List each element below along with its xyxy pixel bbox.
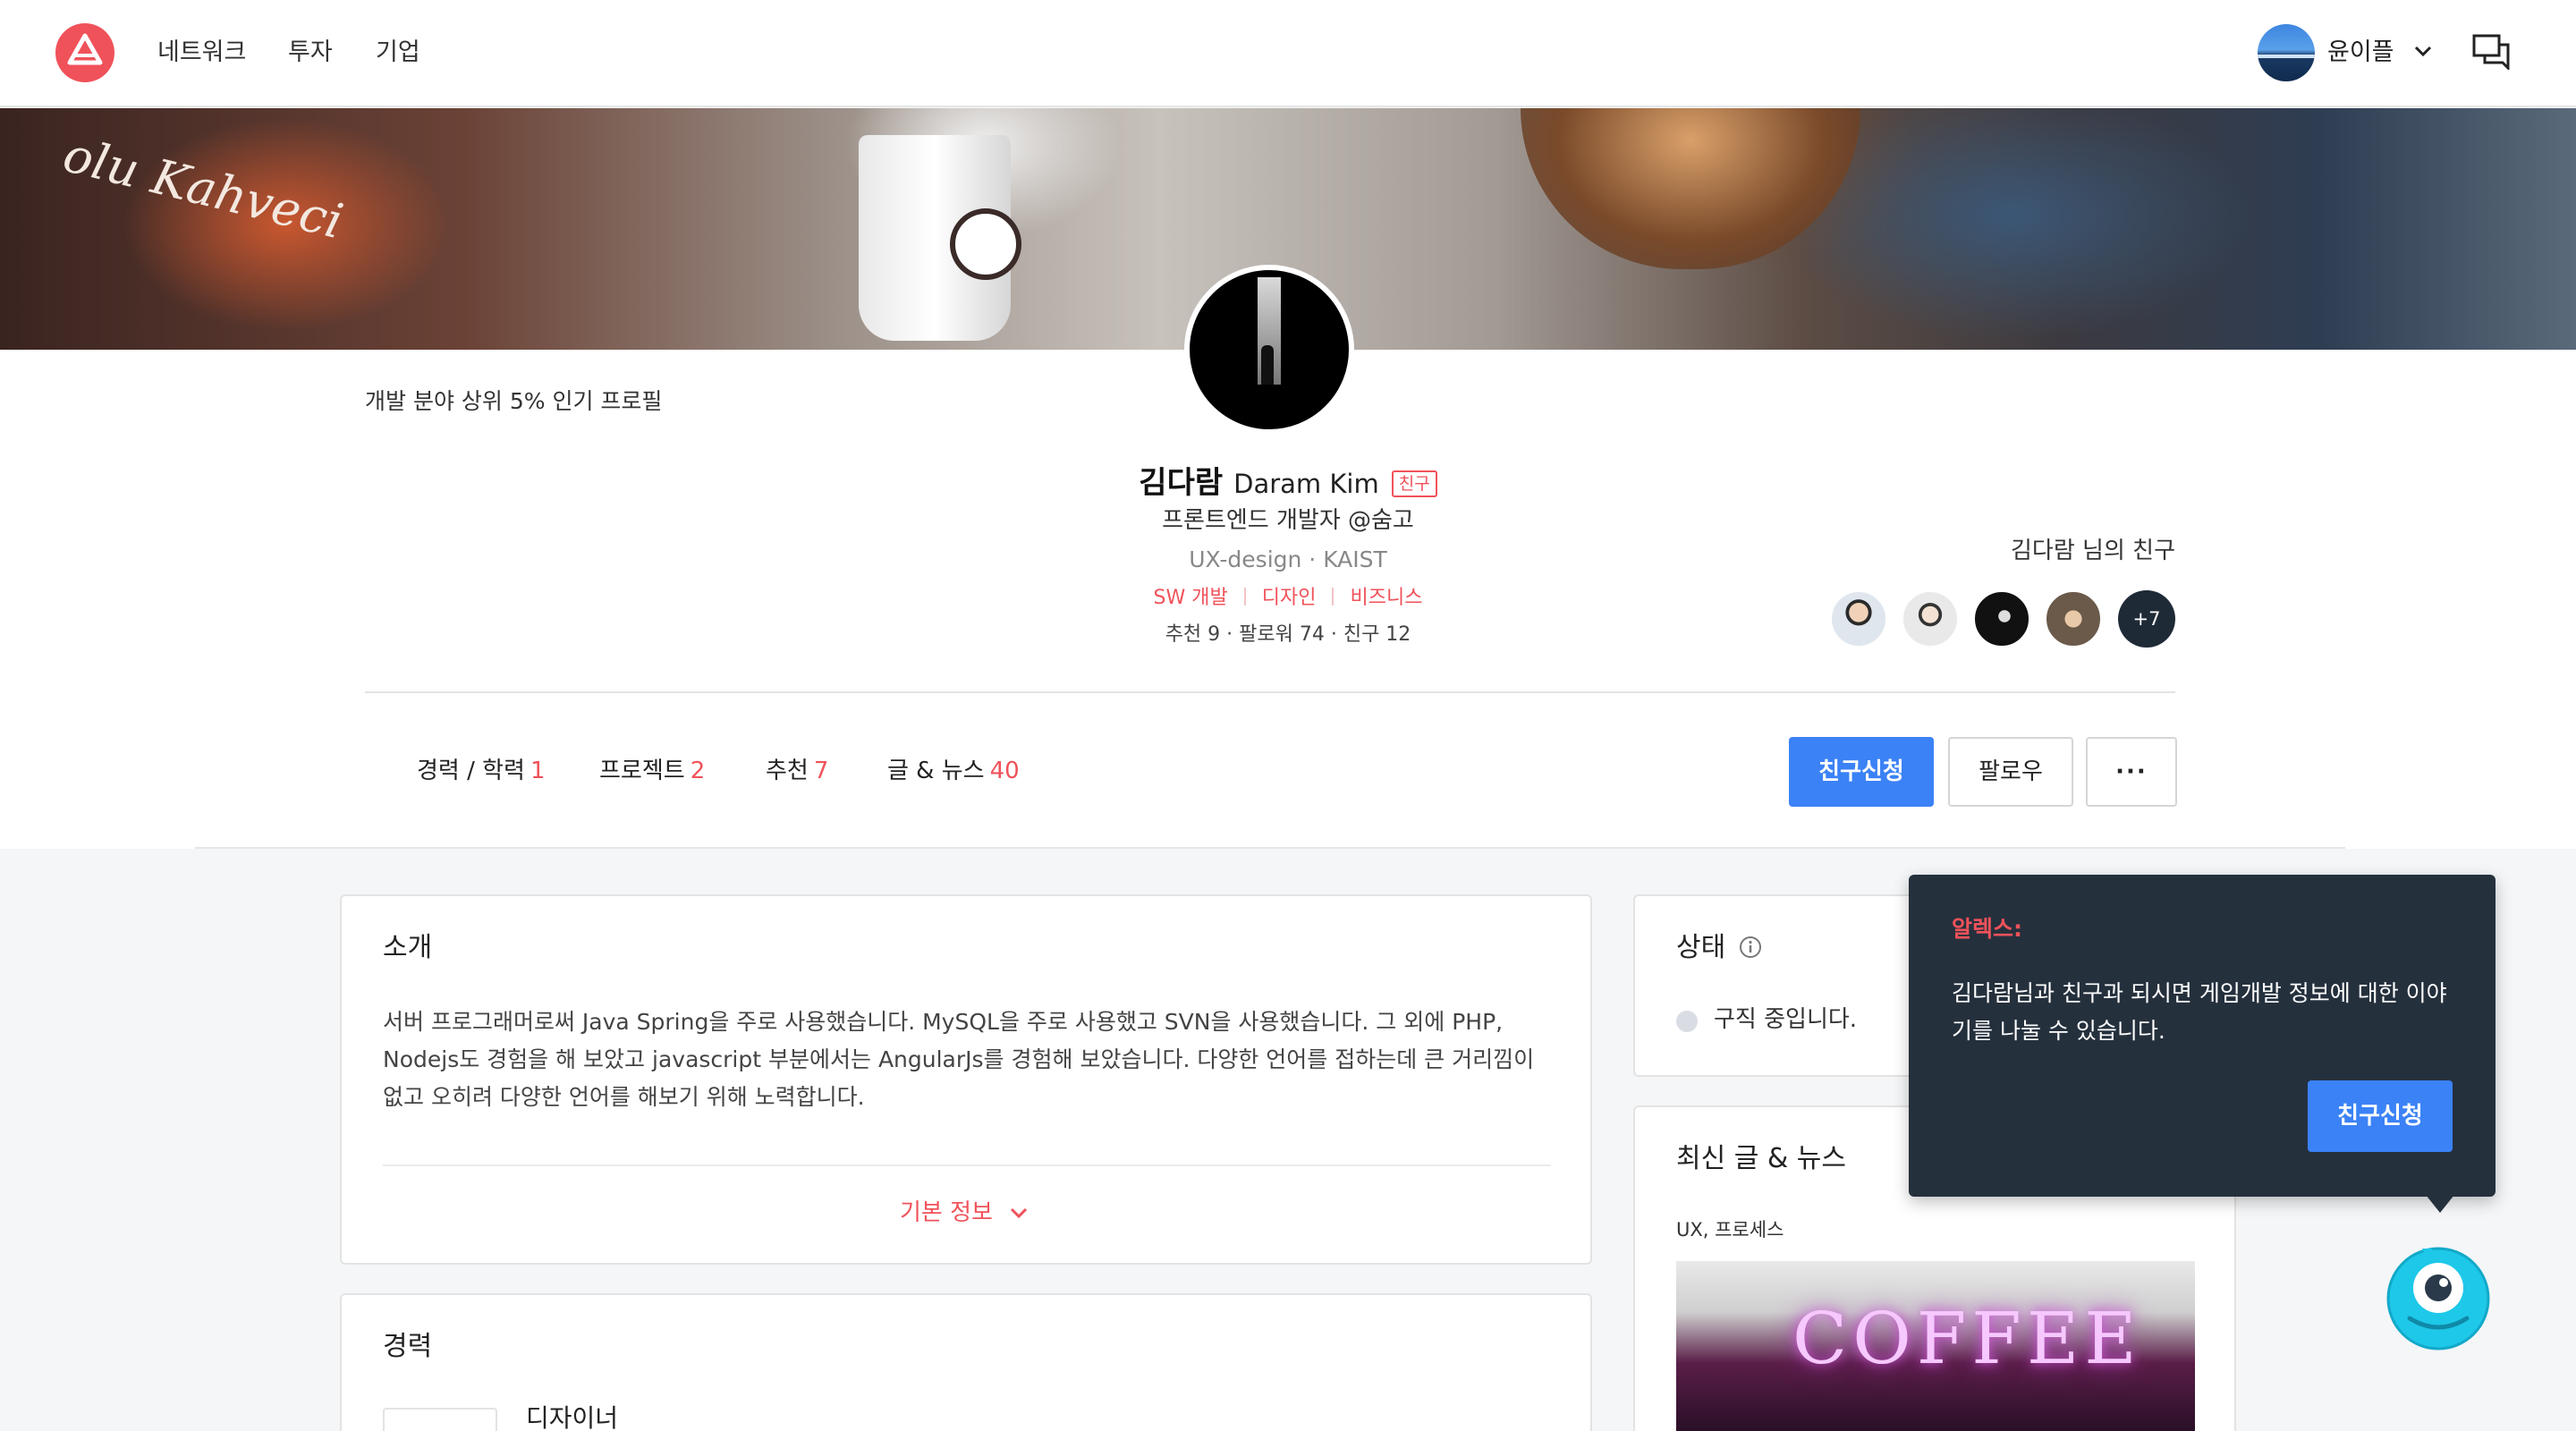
chat-icon[interactable] [2472, 34, 2512, 70]
news-category: UX, 프로세스 [1676, 1219, 1784, 1240]
profile-sub: UX-design · KAIST [1189, 546, 1387, 572]
profile-name-row: 김다람 Daram Kim 친구 [0, 458, 2576, 501]
news-thumbnail[interactable]: COFFEE [1676, 1261, 2195, 1431]
friend-badge: 친구 [1391, 470, 1437, 497]
top-header: 네트워크 투자 기업 윤이플 [0, 0, 2576, 107]
tag-sw[interactable]: SW 개발 [1154, 587, 1228, 609]
tag-business[interactable]: 비즈니스 [1350, 587, 1422, 609]
cover-sign-text: olu Kahveci [57, 126, 349, 250]
profile-stats: 추천 9 · 팔로워 74 · 친구 12 [1165, 623, 1411, 646]
friend-avatar-3[interactable] [1973, 590, 2030, 648]
popover-friend-request-button[interactable]: 친구신청 [2308, 1080, 2453, 1152]
follow-button[interactable]: 팔로우 [1948, 737, 2073, 807]
status-title: 상태 [1676, 930, 1763, 966]
nav-company[interactable]: 기업 [376, 36, 420, 70]
popover-arrow [2426, 1195, 2454, 1213]
friends-more[interactable]: +7 [2118, 590, 2175, 648]
popular-badge: 개발 분야 상위 5% 인기 프로필 [365, 388, 663, 414]
tab-career[interactable]: 경력 / 학력 1 [417, 755, 546, 787]
mascot-icon[interactable] [2383, 1243, 2494, 1354]
profile-headline: 프론트엔드 개발자 @숨고 [1162, 507, 1414, 534]
intro-text: 서버 프로그래머로써 Java Spring을 주로 사용했습니다. MySQL… [383, 1009, 1535, 1110]
nav-network[interactable]: 네트워크 [157, 36, 246, 70]
career-title: 경력 [383, 1331, 433, 1362]
logo-icon[interactable] [55, 23, 114, 82]
nav-invest[interactable]: 투자 [288, 36, 333, 70]
basic-info-toggle[interactable]: 기본 정보 [900, 1197, 1029, 1229]
profile-photo [1184, 265, 1354, 435]
info-icon[interactable] [1738, 935, 1763, 960]
cover-dripper [1521, 108, 1860, 269]
popover-title: 알렉스: [1952, 916, 2022, 942]
friend-request-button[interactable]: 친구신청 [1789, 737, 1934, 807]
news-image-text: COFFEE [1792, 1297, 2142, 1380]
user-name[interactable]: 윤이플 [2327, 36, 2394, 70]
status-dot [1676, 1011, 1698, 1032]
divider [365, 691, 2175, 693]
divider [195, 847, 2345, 849]
intro-title: 소개 [383, 932, 433, 963]
company-logo [383, 1408, 497, 1431]
chevron-down-icon[interactable] [2411, 39, 2435, 63]
popover-text: 김다람님과 친구과 되시면 게임개발 정보에 대한 이야기를 나눌 수 있습니다… [1952, 980, 2447, 1044]
profile-name-en: Daram Kim [1233, 469, 1379, 499]
friend-avatar-4[interactable] [2045, 590, 2102, 648]
tab-projects[interactable]: 프로젝트 2 [599, 755, 705, 787]
profile-tags: SW 개발 디자인 비즈니스 [0, 584, 2576, 613]
status-text: 구직 중입니다. [1714, 1006, 1858, 1033]
friend-avatar-1[interactable] [1830, 590, 1887, 648]
news-title: 최신 글 & 뉴스 [1676, 1143, 1847, 1174]
divider [383, 1164, 1551, 1166]
more-button[interactable]: ··· [2086, 737, 2177, 807]
friend-avatar-2[interactable] [1902, 590, 1959, 648]
user-avatar[interactable] [2258, 24, 2315, 81]
friends-title: 김다람 님의 친구 [2011, 538, 2175, 564]
chevron-down-icon [1011, 1207, 1028, 1219]
tag-design[interactable]: 디자인 [1262, 587, 1317, 609]
tab-recommend[interactable]: 추천 7 [766, 755, 828, 787]
career-role: 디자이너 [526, 1403, 619, 1431]
profile-name-ko: 김다람 [1139, 465, 1224, 501]
cover-cup-logo [950, 208, 1021, 280]
tab-posts[interactable]: 글 & 뉴스 40 [887, 755, 1020, 787]
